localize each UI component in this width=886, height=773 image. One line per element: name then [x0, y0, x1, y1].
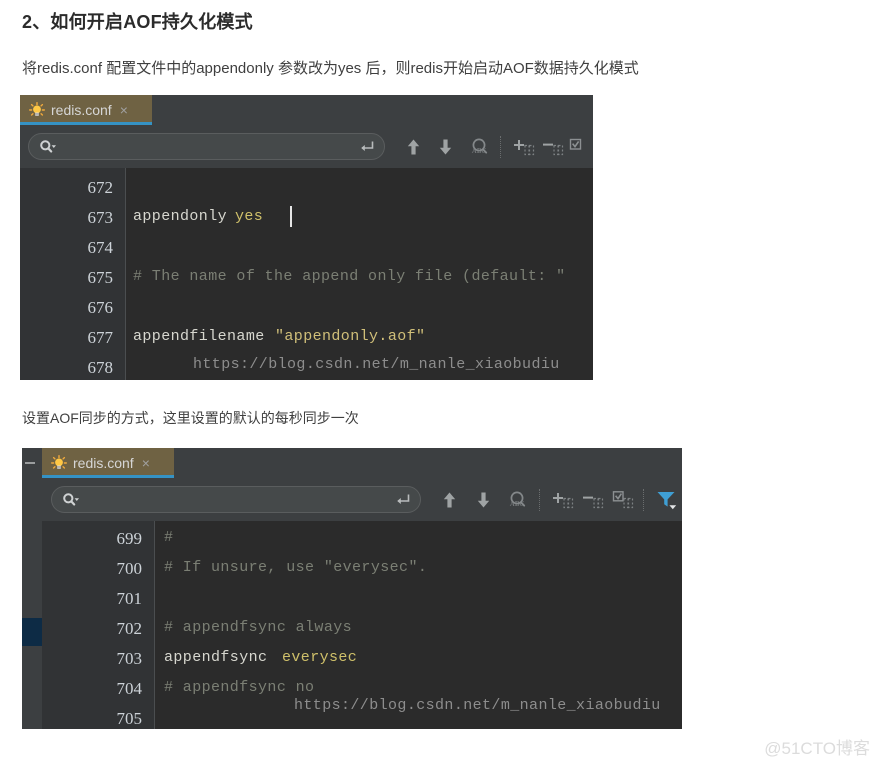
match-case-button-2[interactable]: ABC: [504, 487, 530, 513]
editor-tab-redis-conf-1[interactable]: redis.conf ×: [20, 95, 152, 125]
filter-button-2[interactable]: [654, 487, 680, 513]
code-line-703-b: everysec: [282, 649, 358, 666]
search-input-2[interactable]: [51, 486, 421, 513]
find-previous-button-2[interactable]: [437, 487, 463, 513]
find-previous-button-1[interactable]: [401, 134, 426, 160]
enter-return-icon[interactable]: [394, 492, 411, 507]
search-icon: [63, 492, 79, 506]
select-columns-button-1[interactable]: [566, 134, 591, 160]
editor-tab-redis-conf-2[interactable]: redis.conf ×: [42, 448, 174, 478]
ide-screenshot-1: redis.conf × ABC 672 673 674 675 676 677…: [20, 95, 593, 380]
arrow-down-icon: [440, 139, 452, 154]
line-number: 704: [116, 679, 143, 698]
close-icon[interactable]: ×: [120, 103, 128, 117]
code-line-673-a: appendonly: [133, 208, 237, 225]
line-number-gutter-2: 699 700 701 702 703 704 705: [42, 521, 155, 729]
line-number: 675: [87, 268, 114, 287]
match-case-button-1[interactable]: ABC: [466, 134, 491, 160]
line-number: 677: [87, 328, 114, 347]
editor-left-rail-2: [22, 448, 43, 729]
site-watermark: @51CTO博客: [764, 739, 870, 758]
add-column-icon: [553, 492, 574, 508]
add-column-icon: [514, 139, 535, 155]
svg-text:ABC: ABC: [510, 500, 525, 508]
code-line-704: # appendfsync no: [164, 679, 315, 696]
remove-column-button-2[interactable]: [579, 487, 605, 513]
line-number: 672: [87, 178, 114, 197]
match-case-abc-icon: ABC: [510, 491, 525, 508]
arrow-down-icon: [477, 492, 489, 507]
search-input-1[interactable]: [28, 133, 385, 160]
line-number: 702: [116, 619, 143, 638]
code-line-700: # If unsure, use "everysec".: [164, 559, 428, 576]
search-toolbar-2: ABC: [42, 478, 682, 521]
code-line-702: # appendfsync always: [164, 619, 353, 636]
line-number: 700: [116, 559, 143, 578]
page-title: 2、如何开启AOF持久化模式: [22, 12, 253, 32]
ide-screenshot-2: redis.conf × ABC 699 700 701 702 703 704…: [22, 448, 682, 729]
code-line-673-b: yes: [235, 208, 264, 225]
watermark-url-2: https://blog.csdn.net/m_nanle_xiaobudiu: [294, 697, 661, 714]
toolbar-separator-1: [500, 135, 502, 158]
search-icon: [40, 139, 56, 153]
code-line-677-b: "appendonly.aof": [275, 328, 426, 345]
close-icon[interactable]: ×: [142, 456, 150, 470]
remove-column-icon: [582, 496, 604, 508]
search-toolbar-1: ABC: [20, 125, 593, 168]
editor-tab-label-2: redis.conf: [73, 455, 134, 471]
bookmark-marker: [22, 618, 42, 646]
line-number: 699: [116, 529, 143, 548]
add-column-button-2[interactable]: [550, 487, 576, 513]
code-editor-2[interactable]: 699 700 701 702 703 704 705 # # If unsur…: [42, 521, 682, 729]
select-columns-icon: [569, 138, 581, 150]
line-number: 701: [116, 589, 143, 608]
conf-file-icon: [51, 455, 67, 469]
find-next-button-1[interactable]: [434, 134, 459, 160]
line-number: 703: [116, 649, 143, 668]
editor-tab-strip-2: redis.conf ×: [42, 448, 682, 478]
svg-text:ABC: ABC: [471, 147, 486, 155]
line-number-gutter-1: 672 673 674 675 676 677 678: [20, 168, 126, 380]
arrow-up-icon: [407, 139, 420, 154]
filter-funnel-icon: [657, 491, 677, 509]
watermark-url-1: https://blog.csdn.net/m_nanle_xiaobudiu: [193, 356, 560, 373]
editor-tab-strip-1: redis.conf ×: [20, 95, 593, 125]
text-caret-1: [290, 206, 292, 227]
line-number: 676: [87, 298, 114, 317]
remove-column-icon: [542, 143, 564, 155]
sync-paragraph: 设置AOF同步的方式，这里设置的默认的每秒同步一次: [22, 410, 359, 426]
select-columns-button-2[interactable]: [609, 487, 635, 513]
search-dropdown-icon[interactable]: [62, 492, 80, 508]
code-line-677-a: appendfilename: [133, 328, 275, 345]
line-number: 678: [87, 358, 114, 377]
select-columns-icon: [612, 490, 633, 508]
conf-file-icon: [29, 102, 45, 116]
line-number: 673: [87, 208, 114, 227]
code-line-699: #: [164, 529, 174, 546]
code-line-703-a: appendfsync: [164, 649, 277, 666]
find-next-button-2[interactable]: [470, 487, 496, 513]
editor-tab-label-1: redis.conf: [51, 102, 112, 118]
code-line-675: # The name of the append only file (defa…: [133, 268, 566, 285]
line-number: 674: [87, 238, 114, 257]
match-case-abc-icon: ABC: [471, 138, 487, 155]
add-column-button-1[interactable]: [511, 134, 536, 160]
enter-return-icon[interactable]: [358, 139, 375, 154]
toolbar-separator-2a: [538, 488, 541, 511]
collapse-dash-icon: [25, 462, 35, 464]
search-dropdown-icon[interactable]: [39, 139, 57, 155]
line-number: 705: [116, 709, 143, 728]
remove-column-button-1[interactable]: [540, 134, 565, 160]
intro-paragraph: 将redis.conf 配置文件中的appendonly 参数改为yes 后，则…: [22, 60, 639, 77]
toolbar-separator-2b: [643, 488, 645, 511]
code-editor-1[interactable]: 672 673 674 675 676 677 678 appendonly y…: [20, 168, 593, 380]
arrow-up-icon: [443, 492, 456, 507]
